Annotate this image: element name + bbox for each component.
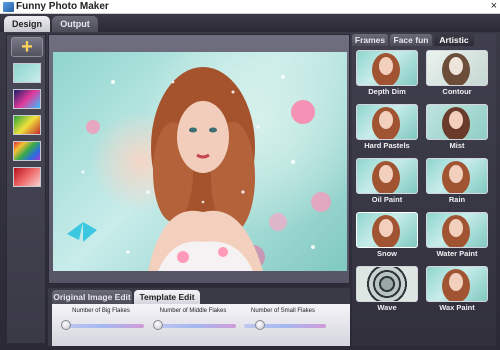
window-title: Funny Photo Maker xyxy=(16,1,109,12)
thumbnail-pencils[interactable] xyxy=(13,141,41,161)
effects-grid: Depth Dim Contour Hard Pastels Mist Oil … xyxy=(356,50,492,342)
effect-label: Mist xyxy=(449,141,465,150)
effect-thumbnail xyxy=(426,212,488,248)
flake-sliders: Number of Big Flakes Number of Middle Fl… xyxy=(52,304,350,346)
effect-contour[interactable]: Contour xyxy=(426,50,488,96)
effect-thumbnail xyxy=(426,104,488,140)
effect-oil-paint[interactable]: Oil Paint xyxy=(356,158,418,204)
effect-wax-paint[interactable]: Wax Paint xyxy=(426,266,488,312)
edit-panel: Original Image Edit Template Edit Number… xyxy=(48,288,350,346)
effect-thumbnail xyxy=(356,158,418,194)
thumbnail-flowers[interactable] xyxy=(13,167,41,187)
effect-label: Wave xyxy=(377,303,397,312)
slider-big-flakes: Number of Big Flakes xyxy=(58,308,144,338)
tab-artistic[interactable]: Artistic xyxy=(434,34,474,46)
close-icon[interactable]: × xyxy=(491,0,497,12)
effect-label: Snow xyxy=(377,249,397,258)
tab-output[interactable]: Output xyxy=(52,16,98,32)
slider-label: Number of Small Flakes xyxy=(250,308,316,314)
tab-design[interactable]: Design xyxy=(4,16,50,32)
effect-label: Oil Paint xyxy=(371,195,403,204)
slider-label: Number of Middle Flakes xyxy=(159,308,227,314)
tab-frames[interactable]: Frames xyxy=(352,34,388,46)
effect-thumbnail xyxy=(356,212,418,248)
tab-original-image-edit[interactable]: Original Image Edit xyxy=(52,290,132,304)
effect-label: Wax Paint xyxy=(439,303,475,312)
effect-thumbnail xyxy=(426,50,488,86)
effect-label: Depth Dim xyxy=(368,87,406,96)
effects-panel: Frames Face fun Artistic Depth Dim Conto… xyxy=(352,34,496,346)
effect-thumbnail xyxy=(356,266,418,302)
effects-tabs: Frames Face fun Artistic xyxy=(352,34,496,46)
thumbnail-strip: + xyxy=(6,34,46,344)
tab-face-fun[interactable]: Face fun xyxy=(390,34,432,46)
effect-water-paint[interactable]: Water Paint xyxy=(426,212,488,258)
photo-stage xyxy=(48,34,350,284)
thumbnail-portrait[interactable] xyxy=(13,63,41,83)
effect-thumbnail xyxy=(426,158,488,194)
app-window: Funny Photo Maker × Design Output + Orig… xyxy=(0,0,500,350)
effect-thumbnail xyxy=(356,50,418,86)
effect-thumbnail xyxy=(356,104,418,140)
slider-handle[interactable] xyxy=(255,320,266,330)
portrait-image xyxy=(67,67,331,271)
slider-label: Number of Big Flakes xyxy=(72,308,130,314)
effect-label: Water Paint xyxy=(436,249,478,258)
slider-handle[interactable] xyxy=(153,320,164,330)
title-bar: Funny Photo Maker × xyxy=(0,0,500,14)
effect-label: Contour xyxy=(442,87,472,96)
effect-mist[interactable]: Mist xyxy=(426,104,488,150)
slider-track[interactable] xyxy=(154,324,236,328)
effect-thumbnail xyxy=(426,266,488,302)
slider-middle-flakes: Number of Middle Flakes xyxy=(150,308,236,338)
effect-snow[interactable]: Snow xyxy=(356,212,418,258)
thumbnail-city[interactable] xyxy=(13,89,41,109)
effect-wave[interactable]: Wave xyxy=(356,266,418,312)
slider-track[interactable] xyxy=(62,324,144,328)
effect-depth-dim[interactable]: Depth Dim xyxy=(356,50,418,96)
effect-rain[interactable]: Rain xyxy=(426,158,488,204)
photo-canvas[interactable] xyxy=(53,52,347,271)
app-icon xyxy=(3,2,14,12)
add-photo-button[interactable]: + xyxy=(11,37,43,57)
tab-template-edit[interactable]: Template Edit xyxy=(134,290,200,304)
main-tabs: Design Output xyxy=(0,14,500,32)
effect-label: Rain xyxy=(448,195,466,204)
slider-small-flakes: Number of Small Flakes xyxy=(240,308,326,338)
slider-handle[interactable] xyxy=(61,320,72,330)
effect-hard-pastels[interactable]: Hard Pastels xyxy=(356,104,418,150)
effect-label: Hard Pastels xyxy=(364,141,410,150)
thumbnail-fireworks[interactable] xyxy=(13,115,41,135)
